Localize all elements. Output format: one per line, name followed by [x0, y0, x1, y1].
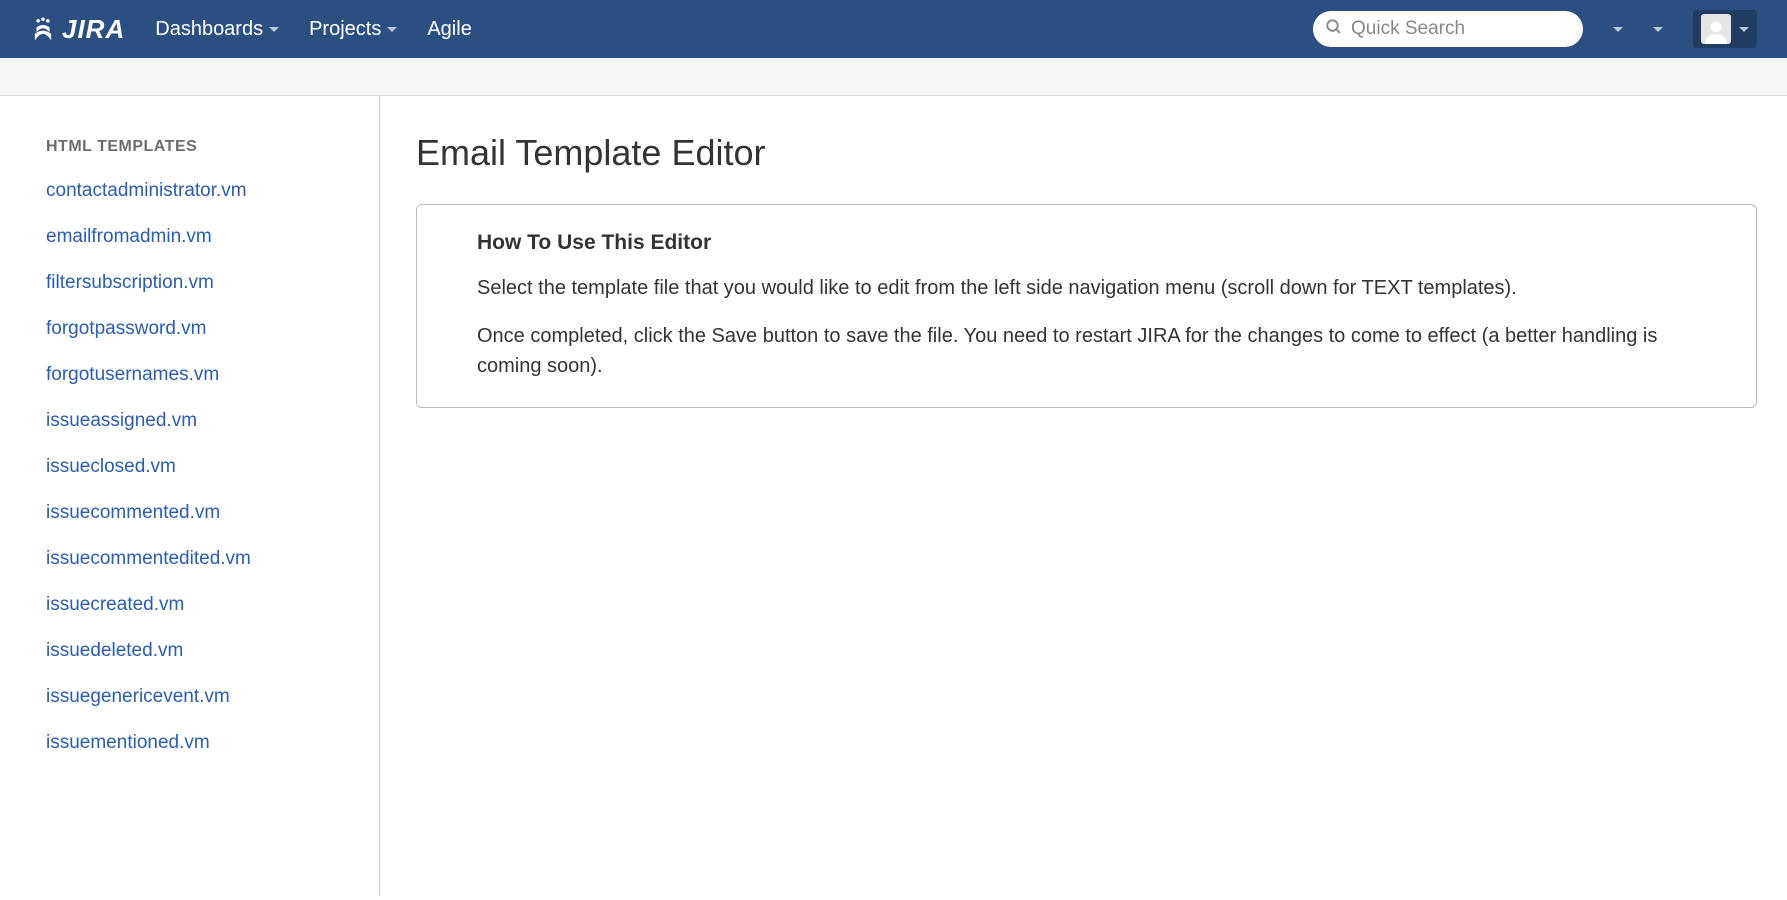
- info-panel-text: Once completed, click the Save button to…: [477, 321, 1726, 381]
- template-link[interactable]: issuecommented.vm: [46, 502, 220, 523]
- nav-label: Agile: [427, 18, 471, 41]
- jira-logo-icon: [30, 16, 56, 42]
- main-content: Email Template Editor How To Use This Ed…: [380, 96, 1787, 896]
- chevron-down-icon: [269, 27, 279, 32]
- template-link[interactable]: issuegenericevent.vm: [46, 686, 230, 707]
- template-link[interactable]: forgotusernames.vm: [46, 364, 219, 385]
- template-link[interactable]: contactadministrator.vm: [46, 180, 247, 201]
- template-link[interactable]: issuedeleted.vm: [46, 640, 183, 661]
- primary-nav: Dashboards Projects Agile: [155, 18, 472, 41]
- template-link[interactable]: emailfromadmin.vm: [46, 226, 212, 247]
- template-link[interactable]: issuecommentedited.vm: [46, 548, 251, 569]
- template-link[interactable]: issuecreated.vm: [46, 594, 184, 615]
- sidebar-heading: HTML TEMPLATES: [46, 138, 379, 156]
- jira-logo[interactable]: JIRA: [30, 14, 125, 45]
- avatar-icon: [1701, 14, 1731, 44]
- info-panel: How To Use This Editor Select the templa…: [416, 204, 1757, 408]
- template-link[interactable]: issuementioned.vm: [46, 732, 210, 753]
- logo-text: JIRA: [62, 14, 125, 45]
- page-layout: HTML TEMPLATES contactadministrator.vm e…: [0, 96, 1787, 896]
- nav-label: Dashboards: [155, 18, 263, 41]
- template-list: contactadministrator.vm emailfromadmin.v…: [46, 180, 379, 754]
- quick-search[interactable]: [1313, 11, 1583, 47]
- page-title: Email Template Editor: [416, 132, 1757, 174]
- sub-header-bar: [0, 58, 1787, 96]
- chevron-down-icon: [1739, 27, 1749, 32]
- template-link[interactable]: issueassigned.vm: [46, 410, 197, 431]
- nav-projects[interactable]: Projects: [309, 18, 397, 41]
- search-icon: [1325, 18, 1343, 41]
- user-menu[interactable]: [1693, 10, 1757, 48]
- nav-label: Projects: [309, 18, 381, 41]
- template-link[interactable]: issueclosed.vm: [46, 456, 176, 477]
- search-input[interactable]: [1351, 18, 1571, 40]
- info-panel-heading: How To Use This Editor: [477, 231, 1726, 255]
- info-panel-text: Select the template file that you would …: [477, 273, 1726, 303]
- top-navigation: JIRA Dashboards Projects Agile: [0, 0, 1787, 58]
- topbar-right: [1613, 10, 1757, 48]
- nav-agile[interactable]: Agile: [427, 18, 471, 41]
- chevron-down-icon: [387, 27, 397, 32]
- nav-dashboards[interactable]: Dashboards: [155, 18, 279, 41]
- template-link[interactable]: forgotpassword.vm: [46, 318, 207, 339]
- header-menu-1[interactable]: [1613, 27, 1623, 32]
- header-menu-2[interactable]: [1653, 27, 1663, 32]
- template-link[interactable]: filtersubscription.vm: [46, 272, 214, 293]
- sidebar: HTML TEMPLATES contactadministrator.vm e…: [0, 96, 380, 896]
